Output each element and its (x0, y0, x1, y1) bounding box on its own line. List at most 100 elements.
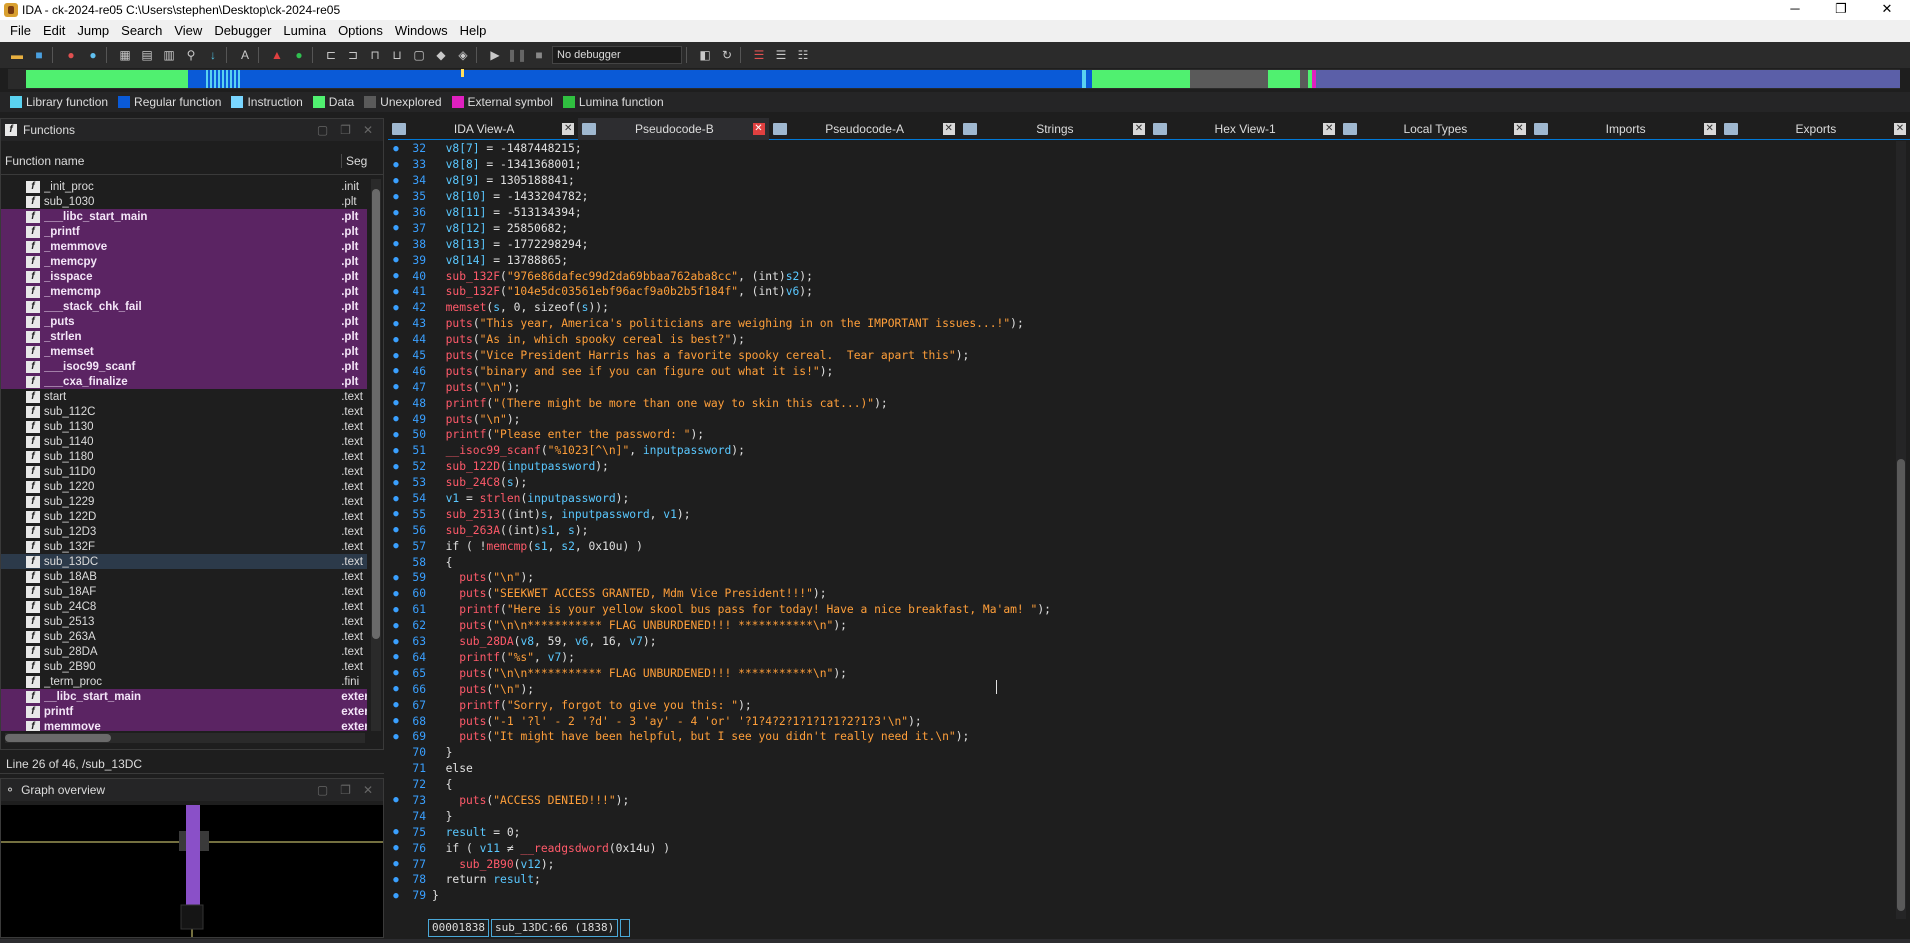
breakpoint-dot-icon[interactable]: ● (388, 303, 404, 313)
text-view-icon[interactable]: ▤ (138, 46, 156, 64)
breakpoint-dot-icon[interactable]: ● (388, 589, 404, 599)
scroll-thumb[interactable] (5, 734, 111, 742)
code-line[interactable]: ● 41 sub_132F("104e5dc03561ebf96acf9a0b2b… (388, 284, 1908, 300)
code-line[interactable]: ● 49 puts("\n"); (388, 411, 1908, 427)
breakpoint-dot-icon[interactable]: ● (388, 509, 404, 519)
code-line[interactable]: 58 { (388, 554, 1908, 570)
function-row[interactable]: f__libc_start_main extern (1, 689, 367, 704)
close-icon[interactable]: ✕ (363, 783, 373, 797)
code-line[interactable]: ● 42 memset(s, 0, sizeof(s)); (388, 300, 1908, 316)
function-row[interactable]: f sub_112C .text (1, 404, 367, 419)
breakpoint-dot-icon[interactable]: ● (388, 319, 404, 329)
code-line[interactable]: ● 63 sub_28DA(v8, 59, v6, 16, v7); (388, 634, 1908, 650)
function-row[interactable]: f sub_11D0 .text (1, 464, 367, 479)
restore-icon[interactable]: ❐ (340, 123, 351, 137)
breakpoint-dot-icon[interactable]: ● (388, 398, 404, 408)
jump-back-icon[interactable]: ● (62, 46, 80, 64)
functions-list[interactable]: f _init_proc .init f sub_1030 .plt f ___libc_st… (1, 179, 367, 731)
pause-debug-icon[interactable]: ❚❚ (507, 46, 527, 64)
graph-view-icon[interactable]: ▦ (116, 46, 134, 64)
breakpoint-dot-icon[interactable]: ● (388, 366, 404, 376)
code-line[interactable]: ● 64 printf("%s", v7); (388, 650, 1908, 666)
breakpoint-dot-icon[interactable]: ● (388, 446, 404, 456)
tab-local-types[interactable]: Local Types ✕ (1339, 118, 1529, 140)
code-line[interactable]: ● 67 printf("Sorry, forgot to give you th… (388, 697, 1908, 713)
step-into-icon[interactable]: ↓ (204, 46, 222, 64)
function-row[interactable]: f ___isoc99_scanf .plt (1, 359, 367, 374)
code-line[interactable]: ● 33 v8[8] = -1341368001; (388, 157, 1908, 173)
code-line[interactable]: ● 57 if ( !memcmp(s1, s2, 0x10u) ) (388, 538, 1908, 554)
function-row[interactable]: f _strlen .plt (1, 329, 367, 344)
breakpoint-dot-icon[interactable]: ● (388, 668, 404, 678)
tab-close-icon[interactable]: ✕ (1513, 123, 1526, 135)
code-icon[interactable]: ⊏ (322, 46, 340, 64)
tab-close-icon[interactable]: ✕ (1323, 123, 1336, 135)
pseudocode-view[interactable]: ● 32 v8[7] = -1487448215; ● 33 v8[8] = -134… (388, 141, 1908, 919)
navigation-band[interactable] (8, 69, 1900, 89)
breakpoint-dot-icon[interactable]: ● (388, 859, 404, 869)
breakpoint-dot-icon[interactable]: ● (388, 637, 404, 647)
breakpoint-list-icon[interactable]: ☰ (750, 46, 768, 64)
function-row[interactable]: f _isspace .plt (1, 269, 367, 284)
function-row[interactable]: f _memcpy .plt (1, 254, 367, 269)
jump-forward-icon[interactable]: ● (84, 46, 102, 64)
function-row[interactable]: f ___cxa_finalize .plt (1, 374, 367, 389)
function-row[interactable]: f _memset .plt (1, 344, 367, 359)
code-line[interactable]: ● 40 sub_132F("976e86dafec99d2da69bbaa762… (388, 268, 1908, 284)
maximize-button[interactable]: ❐ (1818, 0, 1864, 20)
tab-pseudocode-a[interactable]: Pseudocode-A ✕ (769, 118, 959, 140)
function-row[interactable]: f sub_12D3 .text (1, 524, 367, 539)
col-segment[interactable]: Segment (341, 153, 367, 168)
breakpoint-dot-icon[interactable]: ● (388, 795, 404, 805)
function-row[interactable]: f sub_18AB .text (1, 569, 367, 584)
code-line[interactable]: ● 65 puts("\n\n*********** FLAG UNBURDENE… (388, 665, 1908, 681)
code-line[interactable]: ● 77 sub_2B90(v12); (388, 856, 1908, 872)
breakpoint-dot-icon[interactable]: ● (388, 541, 404, 551)
code-line[interactable]: ● 34 v8[9] = 1305188841; (388, 173, 1908, 189)
menu-file[interactable]: File (4, 20, 37, 42)
code-line[interactable]: ● 56 sub_263A((int)s1, s); (388, 522, 1908, 538)
breakpoint-dot-icon[interactable]: ● (388, 223, 404, 233)
tab-close-icon[interactable]: ✕ (942, 123, 955, 135)
code-line[interactable]: ● 35 v8[10] = -1433204782; (388, 189, 1908, 205)
function-row[interactable]: f ___stack_chk_fail .plt (1, 299, 367, 314)
text-format-icon[interactable]: A (236, 46, 254, 64)
breakpoint-dot-icon[interactable]: ● (388, 255, 404, 265)
breakpoint-dot-icon[interactable]: ● (388, 573, 404, 583)
breakpoint-dot-icon[interactable]: ● (388, 478, 404, 488)
float-icon[interactable]: ▢ (317, 783, 328, 797)
code-line[interactable]: ● 73 puts("ACCESS DENIED!!!"); (388, 793, 1908, 809)
breakpoint-dot-icon[interactable]: ● (388, 430, 404, 440)
code-line[interactable]: ● 59 puts("\n"); (388, 570, 1908, 586)
code-line[interactable]: ● 38 v8[13] = -1772298294; (388, 236, 1908, 252)
code-line[interactable]: ● 37 v8[12] = 25850682; (388, 220, 1908, 236)
function-row[interactable]: f _memmove .plt (1, 239, 367, 254)
restore-icon[interactable]: ❐ (340, 783, 351, 797)
attach-icon[interactable]: ◧ (696, 46, 714, 64)
code-line[interactable]: ● 46 puts("binary and see if you can figu… (388, 363, 1908, 379)
col-function-name[interactable]: Function name (1, 154, 341, 168)
breakpoint-dot-icon[interactable]: ● (388, 160, 404, 170)
menu-windows[interactable]: Windows (389, 20, 454, 42)
menu-debugger[interactable]: Debugger (208, 20, 277, 42)
menu-lumina[interactable]: Lumina (277, 20, 332, 42)
breakpoint-dot-icon[interactable]: ● (388, 144, 404, 154)
tab-pseudocode-b[interactable]: Pseudocode-B ✕ (578, 118, 769, 140)
breakpoint-dot-icon[interactable]: ● (388, 271, 404, 281)
function-row[interactable]: f sub_122D .text (1, 509, 367, 524)
breakpoint-dot-icon[interactable]: ● (388, 652, 404, 662)
breakpoint-dot-icon[interactable]: ● (388, 875, 404, 885)
breakpoint-dot-icon[interactable]: ● (388, 176, 404, 186)
breakpoint-dot-icon[interactable]: ● (388, 462, 404, 472)
function-row[interactable]: f ___libc_start_main .plt (1, 209, 367, 224)
code-line[interactable]: ● 48 printf("(There might be more than on… (388, 395, 1908, 411)
tab-strings[interactable]: Strings ✕ (959, 118, 1149, 140)
breakpoint-dot-icon[interactable]: ● (388, 414, 404, 424)
start-debug-icon[interactable]: ▶ (486, 46, 504, 64)
code-line[interactable]: ● 75 result = 0; (388, 824, 1908, 840)
code-line[interactable]: ● 76 if ( v11 ≠ __readgsdword(0x14u) ) (388, 840, 1908, 856)
code-line[interactable]: ● 36 v8[11] = -513134394; (388, 205, 1908, 221)
code-line[interactable]: ● 52 sub_122D(inputpassword); (388, 459, 1908, 475)
function-row[interactable]: f start .text (1, 389, 367, 404)
code-line[interactable]: 74 } (388, 808, 1908, 824)
